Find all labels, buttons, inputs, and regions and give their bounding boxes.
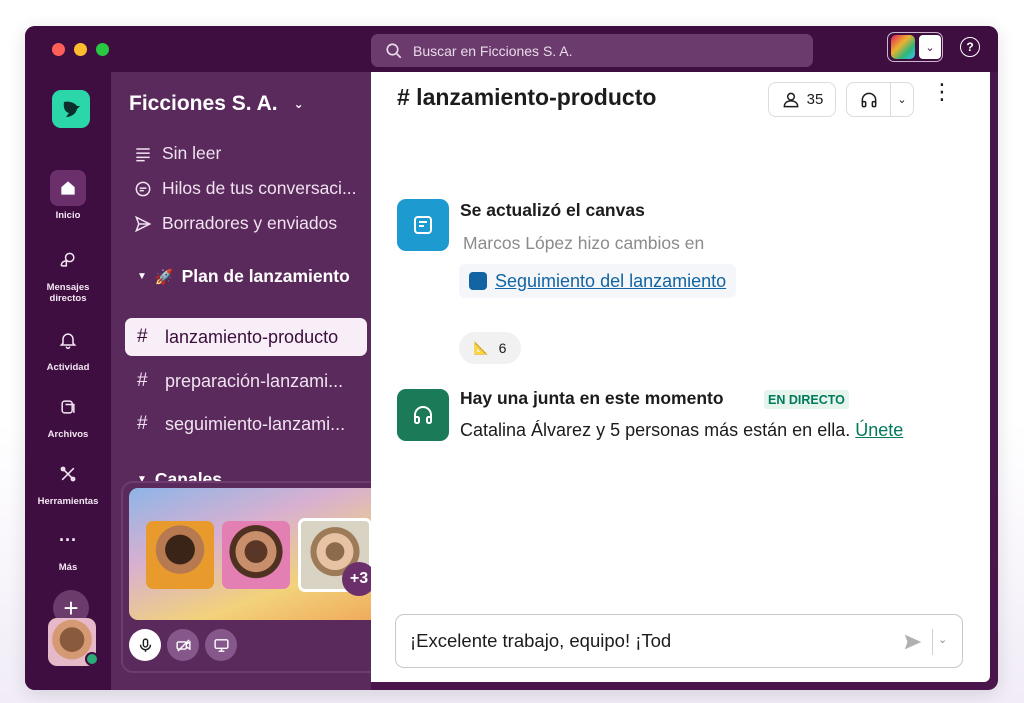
channel-preparacion[interactable]: # preparación-lanzami... [125,362,367,400]
user-icon [783,92,799,107]
rocket-icon: 🚀 [154,268,174,286]
rail-item-files[interactable]: Archivos [25,389,111,440]
screen-share-button[interactable] [205,629,237,661]
huddle-message-body: Catalina Álvarez y 5 personas más están … [460,420,904,440]
more-icon: ··· [59,529,77,550]
workspace-name-menu[interactable]: Ficciones S. A. ⌄ [129,92,304,116]
composer-text: ¡Excelente trabajo, equipo! ¡Tod [410,630,672,651]
section-launch-plan[interactable]: ▼ 🚀 Plan de lanzamiento [137,266,350,287]
title-bar: Buscar en Ficciones S. A. ⌄ ? [25,26,998,72]
video-toggle-button[interactable] [167,629,199,661]
huddle-panel[interactable]: +3 [121,481,389,673]
workspace-logo[interactable] [52,90,90,128]
search-placeholder: Buscar en Ficciones S. A. [413,42,573,59]
rail-item-tools[interactable]: Herramientas [25,456,111,507]
huddle-message-title: Hay una junta en este momento [460,388,724,408]
nav-threads[interactable]: Hilos de tus conversaci... [133,178,357,199]
participant-video[interactable] [146,521,214,589]
workspace-avatar-icon [891,35,915,59]
tools-icon [60,466,76,482]
huddle-video-area: +3 [129,488,385,620]
canvas-icon [414,216,432,234]
message-composer[interactable]: ¡Excelente trabajo, equipo! ¡Tod ⌄ [395,614,963,668]
bell-icon [59,333,77,350]
help-button[interactable]: ? [960,37,980,57]
screen-share-icon [213,638,229,652]
minimize-window-button[interactable] [74,43,87,56]
chevron-down-icon: ⌄ [293,97,304,111]
video-off-icon [175,638,191,652]
canvas-app-icon [397,199,449,251]
rail-item-dms[interactable]: Mensajes directos [25,242,111,304]
canvas-link[interactable]: Seguimiento del lanzamiento [459,264,737,298]
nav-unread[interactable]: Sin leer [133,143,221,164]
channel-lanzamiento-producto[interactable]: # lanzamiento-producto [125,318,367,356]
mic-toggle-button[interactable] [129,629,161,661]
rail-item-activity[interactable]: Actividad [25,322,111,373]
search-icon [386,42,402,58]
caret-down-icon: ▼ [137,271,147,282]
join-huddle-link[interactable]: Únete [855,420,903,440]
channel-main-pane: # lanzamiento-producto 35 ⌄ ⋮ Se actuali… [371,72,990,682]
huddle-app-icon [397,389,449,441]
chevron-down-icon[interactable]: ⌄ [938,633,947,646]
more-options-icon[interactable]: ⋮ [931,81,953,103]
headphones-icon [861,92,876,107]
ruler-emoji-icon: 📐 [473,341,489,355]
microphone-icon [139,637,151,652]
bird-logo-icon [63,101,80,117]
canvas-update-subtitle: Marcos López hizo cambios en [463,233,705,253]
workspace-rail: Inicio Mensajes directos Actividad Archi… [25,72,111,690]
canvas-icon [469,272,487,290]
files-icon [61,400,75,414]
hash-icon: # [137,326,148,347]
huddle-button[interactable]: ⌄ [846,82,914,117]
live-badge: EN DIRECTO [764,390,849,409]
rail-item-more[interactable]: ··· Más [25,522,111,574]
close-window-button[interactable] [52,43,65,56]
participant-video[interactable] [222,521,290,589]
hash-icon: # [137,370,148,391]
channel-title[interactable]: # lanzamiento-producto [397,84,656,111]
headphones-icon [414,406,432,424]
chevron-down-icon: ⌄ [919,35,941,59]
send-divider [932,629,933,655]
hash-icon: # [137,413,148,434]
send-icon [134,215,152,232]
workspace-switcher[interactable]: ⌄ [887,32,943,62]
threads-icon [135,181,151,196]
dm-icon [60,252,75,267]
send-icon[interactable] [902,631,924,653]
reaction-pill[interactable]: 📐 6 [459,332,521,364]
unread-icon [136,147,150,161]
home-icon [61,181,75,195]
nav-drafts-sent[interactable]: Borradores y enviados [133,213,337,234]
rail-item-home[interactable]: Inicio [25,170,111,221]
search-bar[interactable]: Buscar en Ficciones S. A. [371,34,813,67]
chevron-down-icon[interactable]: ⌄ [891,93,913,106]
canvas-update-title: Se actualizó el canvas [460,200,645,220]
online-status-badge [85,652,99,666]
members-button[interactable]: 35 [768,82,836,117]
app-window: Buscar en Ficciones S. A. ⌄ ? Inicio Men… [25,26,998,690]
channel-seguimiento[interactable]: # seguimiento-lanzami... [125,405,367,443]
maximize-window-button[interactable] [96,43,109,56]
